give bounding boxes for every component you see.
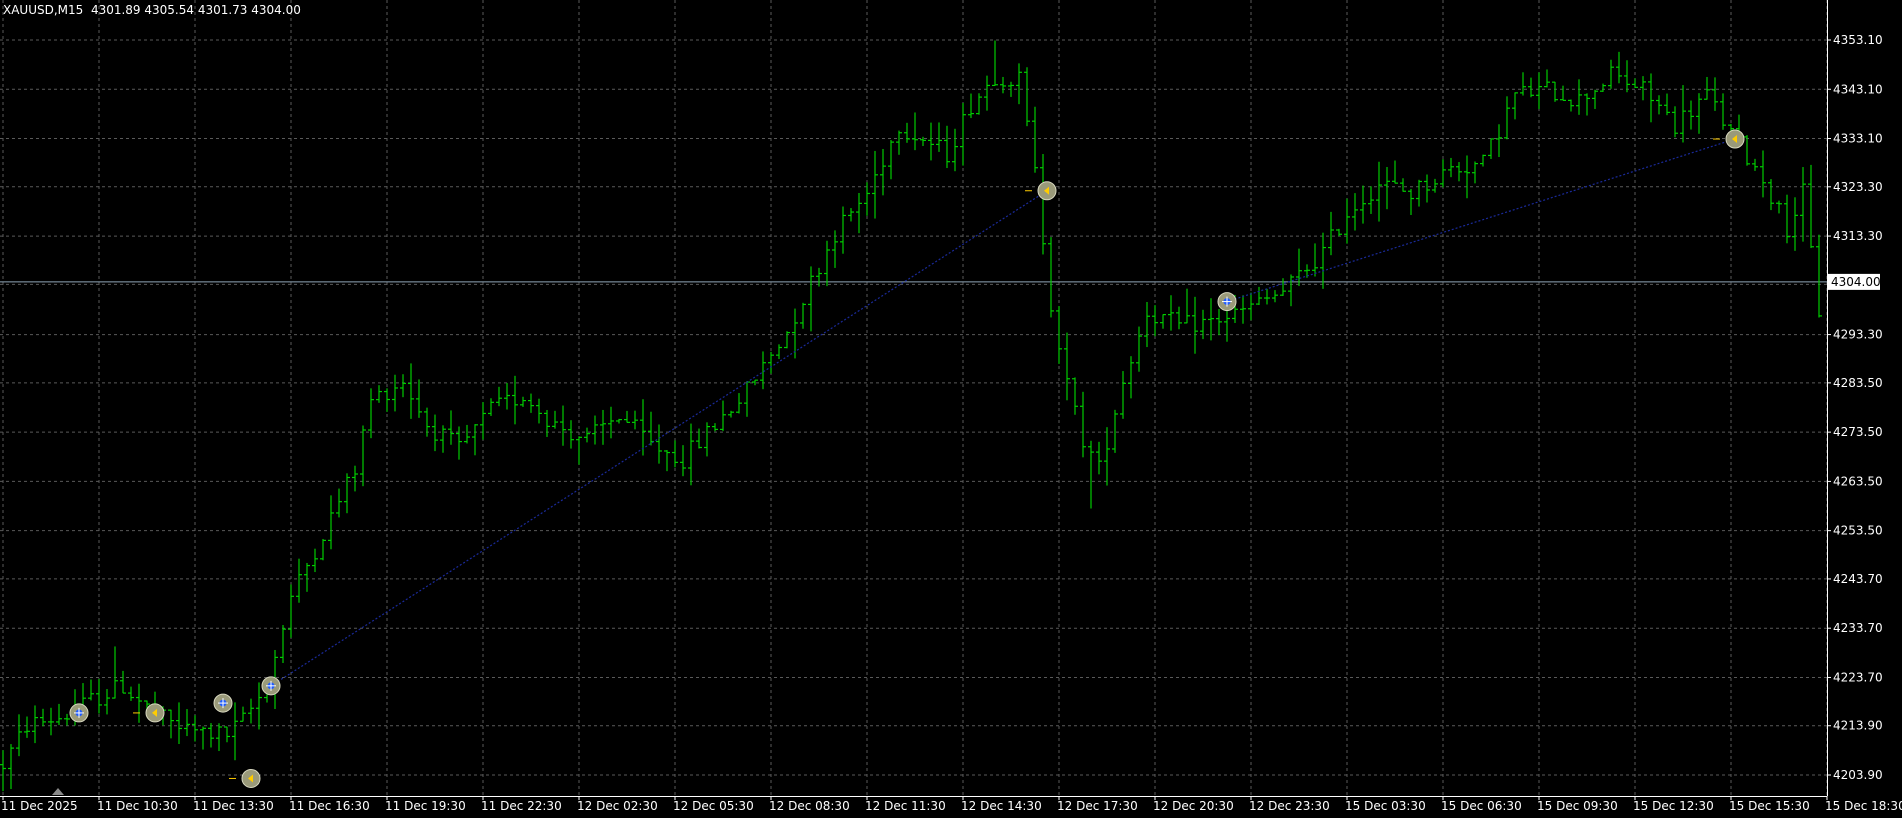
buy-marker[interactable]: [261, 676, 281, 696]
x-tick-label: 12 Dec 20:30: [1153, 799, 1234, 813]
y-tick-label: 4223.70: [1833, 670, 1883, 684]
y-tick-label: 4233.70: [1833, 621, 1883, 635]
y-tick-label: 4243.70: [1833, 572, 1883, 586]
y-tick-label: 4283.50: [1833, 376, 1883, 390]
buy-marker[interactable]: [213, 693, 233, 713]
y-tick-label: 4203.90: [1833, 768, 1883, 782]
x-tick-label: 12 Dec 23:30: [1249, 799, 1330, 813]
x-tick-label: 11 Dec 13:30: [193, 799, 274, 813]
x-tick-label: 11 Dec 19:30: [385, 799, 466, 813]
y-tick-label: 4263.50: [1833, 474, 1883, 488]
ohlc-label: 4301.89 4305.54 4301.73 4304.00: [90, 3, 301, 17]
x-tick-label: 11 Dec 16:30: [289, 799, 370, 813]
x-tick-label: 12 Dec 02:30: [577, 799, 658, 813]
x-tick-label: 11 Dec 22:30: [481, 799, 562, 813]
x-tick-label: 12 Dec 05:30: [673, 799, 754, 813]
x-tick-label: 12 Dec 08:30: [769, 799, 850, 813]
y-axis-labels: 4353.10 4343.10 4333.10 4323.30 4313.30 4293.…: [1827, 33, 1883, 782]
x-tick-label: 15 Dec 18:30: [1825, 799, 1902, 813]
x-tick-label: 15 Dec 12:30: [1633, 799, 1714, 813]
y-tick-label: 4293.30: [1833, 328, 1883, 342]
x-tick-label: 15 Dec 09:30: [1537, 799, 1618, 813]
symbol-label: XAUUSD,M15: [3, 3, 84, 17]
x-tick-label: 12 Dec 17:30: [1057, 799, 1138, 813]
y-tick-label: 4213.90: [1833, 719, 1883, 733]
chart-container[interactable]: 4353.10 4343.10 4333.10 4323.30 4313.30 4293.…: [0, 0, 1902, 818]
x-tick-label: 12 Dec 14:30: [961, 799, 1042, 813]
price-badge-label: 4304.00: [1831, 275, 1881, 289]
y-tick-label: 4333.10: [1833, 132, 1883, 146]
y-tick-label: 4323.30: [1833, 180, 1883, 194]
x-tick-label: 15 Dec 15:30: [1729, 799, 1810, 813]
y-tick-label: 4253.50: [1833, 524, 1883, 538]
x-tick-label: 15 Dec 03:30: [1345, 799, 1426, 813]
x-tick-label: 11 Dec 10:30: [97, 799, 178, 813]
y-tick-label: 4273.50: [1833, 425, 1883, 439]
buy-marker[interactable]: [1217, 292, 1237, 312]
buy-marker[interactable]: [69, 703, 89, 723]
y-tick-label: 4343.10: [1833, 82, 1883, 96]
x-tick-label: 12 Dec 11:30: [865, 799, 946, 813]
x-tick-label: 11 Dec 2025: [1, 799, 78, 813]
y-tick-label: 4313.30: [1833, 229, 1883, 243]
plot-background: [0, 0, 1827, 796]
chart-header: XAUUSD,M15 4301.89 4305.54 4301.73 4304.…: [3, 3, 301, 17]
current-price-badge: 4304.00: [1828, 273, 1881, 290]
x-axis-labels: 11 Dec 2025 11 Dec 10:30 11 Dec 13:30 11 De…: [1, 796, 1902, 813]
y-tick-label: 4353.10: [1833, 33, 1883, 47]
price-chart[interactable]: 4353.10 4343.10 4333.10 4323.30 4313.30 4293.…: [0, 0, 1902, 818]
x-tick-label: 15 Dec 06:30: [1441, 799, 1522, 813]
